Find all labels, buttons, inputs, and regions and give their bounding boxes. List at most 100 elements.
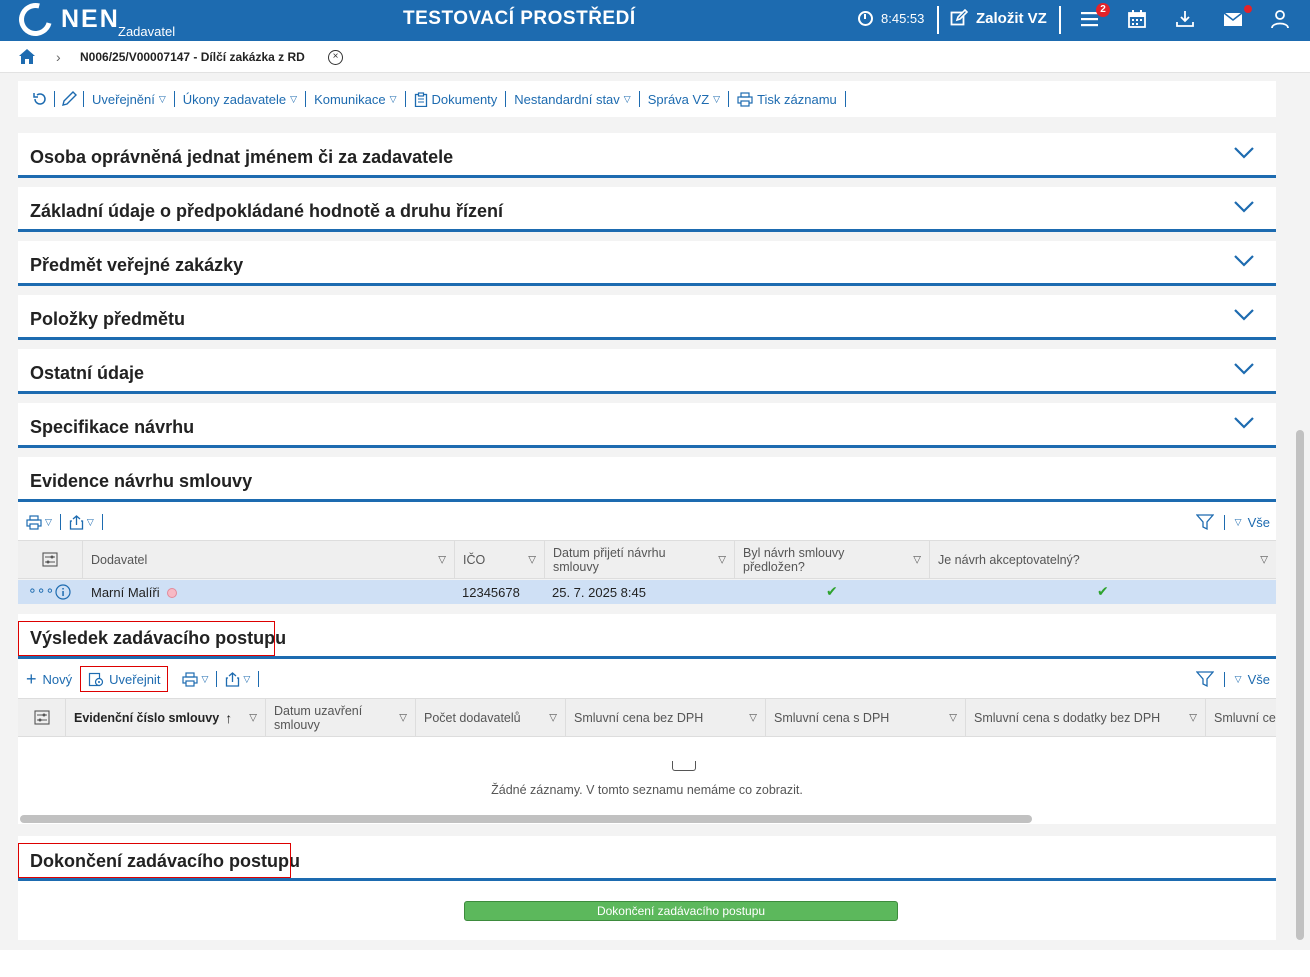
- sort-dropdown-icon[interactable]: ▽: [1189, 712, 1197, 723]
- evidence-table-header: Dodavatel ▽ IČO ▽ Datum přijetí návrhu sml…: [18, 540, 1276, 579]
- chevron-down-icon[interactable]: [1234, 201, 1254, 213]
- vysledek-grid-toolbar: + Nový Uveřejnit ▽ ▽ ▽ Vše: [18, 659, 1276, 699]
- filter-all-dropdown[interactable]: ▽ Vše: [1223, 672, 1270, 687]
- empty-message: Žádné záznamy. V tomto seznamu nemáme co…: [491, 783, 803, 797]
- menu-sprava-label: Správa VZ: [647, 91, 710, 107]
- dropdown-triangle-icon: ▽: [158, 93, 166, 104]
- sort-dropdown-icon[interactable]: ▽: [949, 712, 957, 723]
- cell-ico: 12345678: [462, 585, 520, 600]
- logo-text: NEN: [61, 5, 120, 33]
- section-title: Základní údaje o předpokládané hodnotě a…: [30, 201, 504, 221]
- row-actions-icon[interactable]: ∘∘∘: [28, 582, 54, 599]
- section-zakladni-udaje[interactable]: Základní údaje o předpokládané hodnotě a…: [18, 187, 1276, 232]
- column-header-label: Smluvní cena bez DPH: [574, 710, 704, 725]
- sort-dropdown-icon[interactable]: ▽: [528, 554, 536, 565]
- column-header-evidencni-cislo[interactable]: Evidenční číslo smlouvy ↑ ▽: [66, 699, 266, 736]
- export-menu-button[interactable]: ▽: [217, 671, 260, 687]
- sort-dropdown-icon[interactable]: ▽: [549, 712, 557, 723]
- menu-uverejneni[interactable]: Uveřejnění ▽: [84, 91, 175, 107]
- section-title: Položky předmětu: [30, 309, 186, 329]
- print-menu-button[interactable]: ▽: [18, 514, 61, 530]
- publish-button[interactable]: Uveřejnit: [80, 666, 169, 692]
- home-icon[interactable]: [18, 48, 36, 65]
- column-header-cena-s-dph[interactable]: Smluvní cena s DPH ▽: [766, 699, 966, 736]
- edit-icon: [950, 9, 968, 26]
- section-polozky-predmetu[interactable]: Položky předmětu: [18, 295, 1276, 340]
- plus-icon: +: [26, 669, 37, 689]
- menu-dokumenty[interactable]: Dokumenty: [406, 91, 507, 107]
- menu-komunikace[interactable]: Komunikace ▽: [306, 91, 406, 107]
- empty-tray-icon: [672, 761, 696, 771]
- column-header-ico[interactable]: IČO ▽: [455, 541, 545, 578]
- menu-tisk-zaznamu[interactable]: Tisk záznamu: [729, 91, 846, 107]
- edit-button[interactable]: [55, 91, 84, 107]
- sort-dropdown-icon[interactable]: ▽: [399, 712, 407, 723]
- column-header-akceptovatelny[interactable]: Je návrh akceptovatelný? ▽: [930, 541, 1276, 578]
- column-header-cena-s-dodatky[interactable]: Smluvní cena s dodatky bez DPH ▽: [966, 699, 1206, 736]
- filter-all-dropdown[interactable]: ▽ Vše: [1223, 515, 1270, 530]
- column-settings-button[interactable]: [18, 699, 66, 736]
- printer-icon: [182, 671, 199, 687]
- checkmark-icon: ✔: [1097, 583, 1109, 599]
- column-header-dodavatel[interactable]: Dodavatel ▽: [83, 541, 455, 578]
- calendar-icon[interactable]: [1127, 9, 1147, 29]
- chevron-down-icon[interactable]: [1234, 363, 1254, 375]
- export-menu-button[interactable]: ▽: [61, 514, 103, 530]
- chevron-down-icon[interactable]: [1234, 147, 1254, 159]
- create-vz-button[interactable]: Založit VZ: [950, 9, 1047, 27]
- sort-dropdown-icon[interactable]: ▽: [718, 554, 726, 565]
- sort-dropdown-icon[interactable]: ▽: [749, 712, 757, 723]
- mail-icon[interactable]: [1223, 9, 1243, 29]
- column-settings-icon: [42, 552, 58, 567]
- menu-ukony-label: Úkony zadavatele: [182, 91, 287, 107]
- section-predmet-vz[interactable]: Předmět veřejné zakázky: [18, 241, 1276, 286]
- sort-dropdown-icon[interactable]: ▽: [913, 554, 921, 565]
- breadcrumb-current: N006/25/V00007147 - Dílčí zakázka z RD: [80, 50, 305, 64]
- menu-ukony-zadavatele[interactable]: Úkony zadavatele ▽: [175, 91, 307, 107]
- download-icon[interactable]: [1175, 9, 1195, 29]
- clock-icon: [858, 11, 873, 26]
- print-menu-button[interactable]: ▽: [174, 671, 218, 687]
- chevron-down-icon[interactable]: [1234, 417, 1254, 429]
- vertical-scrollbar[interactable]: [1296, 430, 1304, 940]
- environment-title: TESTOVACÍ PROSTŘEDÍ: [403, 8, 636, 29]
- close-breadcrumb-icon[interactable]: ×: [328, 50, 343, 65]
- column-header-smluvni-cena-truncated[interactable]: Smluvní ce: [1206, 699, 1276, 736]
- highlight-box: [18, 843, 291, 878]
- new-button[interactable]: + Nový: [18, 669, 80, 689]
- filter-all-label: Vše: [1247, 672, 1270, 687]
- chevron-down-icon[interactable]: [1234, 309, 1254, 321]
- pencil-icon: [62, 91, 77, 106]
- column-header-datum-uzavreni[interactable]: Datum uzavření smlouvy ▽: [266, 699, 416, 736]
- clipboard-icon: [414, 91, 427, 107]
- menu-nestandardni-stav[interactable]: Nestandardní stav ▽: [506, 91, 640, 107]
- column-header-datum-prijeti[interactable]: Datum přijetí návrhu smlouvy ▽: [545, 541, 735, 578]
- menu-uverejneni-label: Uveřejnění: [92, 91, 155, 107]
- section-osoba-opravnena[interactable]: Osoba oprávněná jednat jménem či za zada…: [18, 133, 1276, 178]
- section-underline: [18, 878, 1276, 881]
- column-settings-button[interactable]: [18, 541, 83, 578]
- section-title: Předmět veřejné zakázky: [30, 255, 244, 275]
- column-header-pocet-dodavatelu[interactable]: Počet dodavatelů ▽: [416, 699, 566, 736]
- dropdown-triangle-icon: ▽: [389, 93, 397, 104]
- refresh-button[interactable]: [26, 91, 55, 107]
- info-icon[interactable]: [55, 584, 71, 600]
- section-specifikace-navrhu[interactable]: Specifikace návrhu: [18, 403, 1276, 448]
- column-header-label: Dodavatel: [91, 552, 148, 567]
- chevron-down-icon[interactable]: [1234, 255, 1254, 267]
- filter-icon[interactable]: [1195, 514, 1214, 531]
- sort-dropdown-icon[interactable]: ▽: [438, 554, 446, 565]
- horizontal-scrollbar[interactable]: [20, 815, 1032, 823]
- finish-procedure-button[interactable]: Dokončení zadávacího postupu: [464, 901, 898, 921]
- column-header-predlozen[interactable]: Byl návrh smlouvy předložen? ▽: [735, 541, 930, 578]
- sort-dropdown-icon[interactable]: ▽: [1260, 554, 1268, 565]
- table-row[interactable]: ∘∘∘ Marní Malíři 12345678 25. 7. 2025 8:…: [18, 580, 1276, 604]
- sort-dropdown-icon[interactable]: ▽: [249, 712, 257, 723]
- column-header-label: Datum uzavření smlouvy: [274, 703, 363, 732]
- column-header-cena-bez-dph[interactable]: Smluvní cena bez DPH ▽: [566, 699, 766, 736]
- menu-sprava-vz[interactable]: Správa VZ ▽: [640, 91, 730, 107]
- section-ostatni-udaje[interactable]: Ostatní údaje: [18, 349, 1276, 394]
- user-icon[interactable]: [1270, 9, 1290, 29]
- filter-icon[interactable]: [1195, 671, 1214, 688]
- column-header-label: Smluvní ce: [1214, 710, 1276, 725]
